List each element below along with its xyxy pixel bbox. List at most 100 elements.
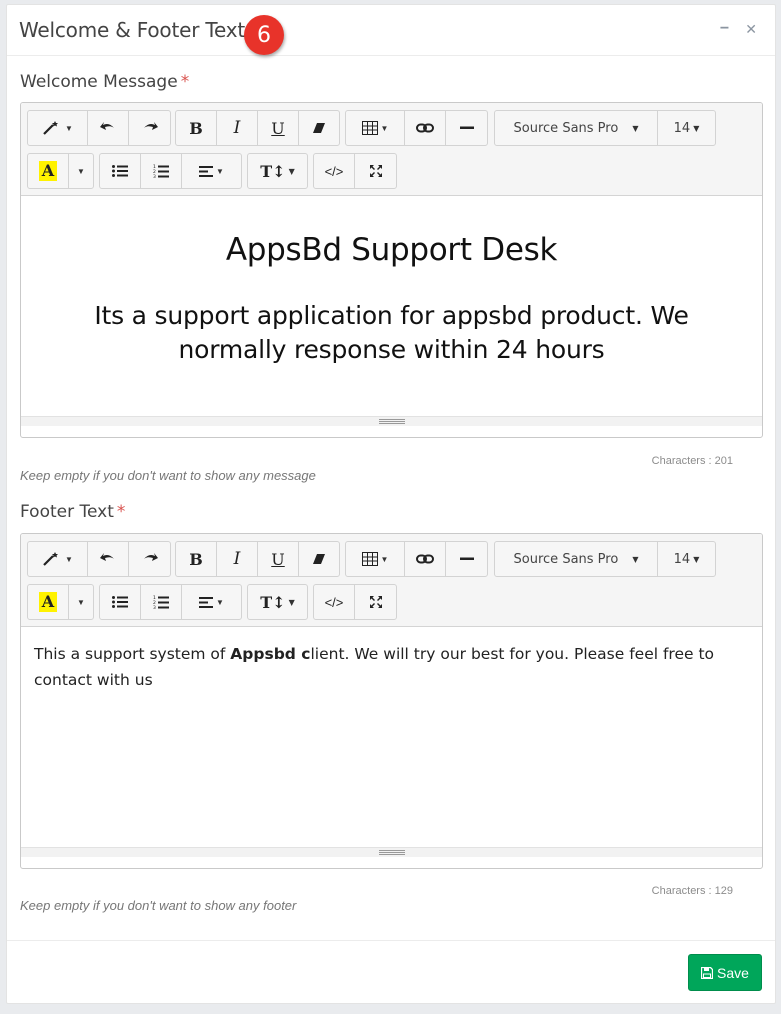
view-group: </> (313, 153, 397, 189)
svg-text:3: 3 (153, 174, 156, 178)
view-group: </> (313, 584, 397, 620)
bullet-list-button[interactable] (100, 585, 141, 619)
font-size-select[interactable]: 14 ▼ (658, 111, 715, 145)
italic-button[interactable]: I (217, 111, 258, 145)
fullscreen-button[interactable] (355, 585, 396, 619)
table-button[interactable]: ▼ (346, 542, 405, 576)
minimize-icon[interactable]: − (720, 20, 729, 38)
magic-wand-icon (43, 121, 59, 135)
link-icon (416, 123, 434, 133)
welcome-heading: AppsBd Support Desk (225, 232, 558, 268)
save-button[interactable]: Save (688, 954, 762, 991)
header-tools: − ✕ (720, 20, 757, 38)
redo-icon (143, 122, 158, 130)
undo-button[interactable] (88, 542, 129, 576)
panel-footer: Save (7, 940, 775, 1004)
bold-button[interactable]: B (176, 542, 217, 576)
grip-icon (378, 850, 405, 855)
minus-icon (459, 126, 474, 129)
link-icon (416, 554, 434, 564)
list-group: 123 ▼ (99, 584, 242, 620)
footer-content-area[interactable]: This a support system of Appsbd client. … (21, 627, 762, 857)
line-height-button[interactable]: T↕ ▼ (248, 154, 307, 188)
settings-panel: Welcome & Footer Text 6 − ✕ Welcome Mess… (6, 4, 776, 1004)
eraser-icon (313, 123, 325, 133)
redo-button[interactable] (129, 111, 170, 145)
format-group: B I U (175, 541, 340, 577)
welcome-char-counter: Characters : 201 (651, 455, 733, 467)
step-badge: 6 (244, 15, 284, 55)
underline-button[interactable]: U (258, 542, 299, 576)
ordered-list-button[interactable]: 123 (141, 585, 182, 619)
table-icon (361, 121, 378, 135)
underline-button[interactable]: U (258, 111, 299, 145)
align-left-icon (199, 596, 214, 608)
font-family-select[interactable]: Source Sans Pro ▼ (495, 111, 658, 145)
text-color-button[interactable]: A (28, 585, 69, 619)
insert-group: ▼ (345, 110, 488, 146)
fullscreen-button[interactable] (355, 154, 396, 188)
clear-format-button[interactable] (299, 542, 339, 576)
magic-style-button[interactable]: ▼ (28, 111, 88, 145)
align-left-icon (199, 165, 214, 177)
welcome-toolbar: ▼ B I U ▼ Source Sans Pro ▼ 14 ▼ A ▼ 1 2… (21, 103, 762, 196)
horizontal-rule-button[interactable] (446, 542, 487, 576)
height-group: T↕ ▼ (247, 584, 308, 620)
expand-icon (369, 165, 382, 177)
color-dropdown-button[interactable]: ▼ (69, 585, 93, 619)
redo-button[interactable] (129, 542, 170, 576)
text-color-button[interactable]: A (28, 154, 69, 188)
clear-format-button[interactable] (299, 111, 339, 145)
welcome-content-area[interactable]: AppsBd Support Desk Its a support applic… (21, 196, 762, 426)
text-height-icon: T↕ (260, 161, 286, 181)
magic-wand-icon (43, 552, 59, 566)
code-view-button[interactable]: </> (314, 154, 355, 188)
undo-button[interactable] (88, 111, 129, 145)
close-icon[interactable]: ✕ (745, 20, 757, 38)
align-button[interactable]: ▼ (182, 154, 241, 188)
height-group: T↕ ▼ (247, 153, 308, 189)
bullet-list-button[interactable] (100, 154, 141, 188)
panel-header: Welcome & Footer Text 6 − ✕ (7, 5, 775, 56)
table-button[interactable]: ▼ (346, 111, 405, 145)
highlight-a-icon: A (38, 161, 58, 181)
link-button[interactable] (405, 542, 446, 576)
list-group: 123 ▼ (99, 153, 242, 189)
footer-editor: ▼ B I U ▼ Source Sans Pro ▼ 14 ▼ A ▼ 1 2… (20, 533, 763, 869)
color-group: A ▼ (27, 153, 94, 189)
font-group: Source Sans Pro ▼ 14 ▼ (494, 541, 716, 577)
code-view-button[interactable]: </> (314, 585, 355, 619)
color-dropdown-button[interactable]: ▼ (69, 154, 93, 188)
bold-button[interactable]: B (176, 111, 217, 145)
ordered-list-icon: 123 (153, 595, 169, 609)
footer-toolbar: ▼ B I U ▼ Source Sans Pro ▼ 14 ▼ A ▼ 1 2… (21, 534, 762, 627)
required-mark: * (180, 72, 190, 92)
footer-resize-handle[interactable] (21, 847, 762, 857)
welcome-label-text: Welcome Message (20, 72, 178, 92)
save-label: Save (717, 964, 749, 981)
insert-group: ▼ (345, 541, 488, 577)
footer-char-counter: Characters : 129 (651, 885, 733, 897)
format-group: B I U (175, 110, 340, 146)
welcome-resize-handle[interactable] (21, 416, 762, 426)
font-family-select[interactable]: Source Sans Pro ▼ (495, 542, 658, 576)
panel-title: Welcome & Footer Text (19, 18, 246, 42)
align-button[interactable]: ▼ (182, 585, 241, 619)
magic-style-button[interactable]: ▼ (28, 542, 88, 576)
table-icon (361, 552, 378, 566)
horizontal-rule-button[interactable] (446, 111, 487, 145)
font-group: Source Sans Pro ▼ 14 ▼ (494, 110, 716, 146)
grip-icon (378, 419, 405, 424)
ordered-list-button[interactable]: 123 (141, 154, 182, 188)
expand-icon (369, 596, 382, 608)
style-undo-group: ▼ (27, 541, 171, 577)
italic-button[interactable]: I (217, 542, 258, 576)
font-size-select[interactable]: 14 ▼ (658, 542, 715, 576)
color-group: A ▼ (27, 584, 94, 620)
svg-text:3: 3 (153, 605, 156, 609)
ordered-list-icon: 123 (153, 164, 169, 178)
line-height-button[interactable]: T↕ ▼ (248, 585, 307, 619)
link-button[interactable] (405, 111, 446, 145)
minus-icon (459, 557, 474, 560)
welcome-paragraph: Its a support application for appsbd pro… (94, 301, 689, 364)
